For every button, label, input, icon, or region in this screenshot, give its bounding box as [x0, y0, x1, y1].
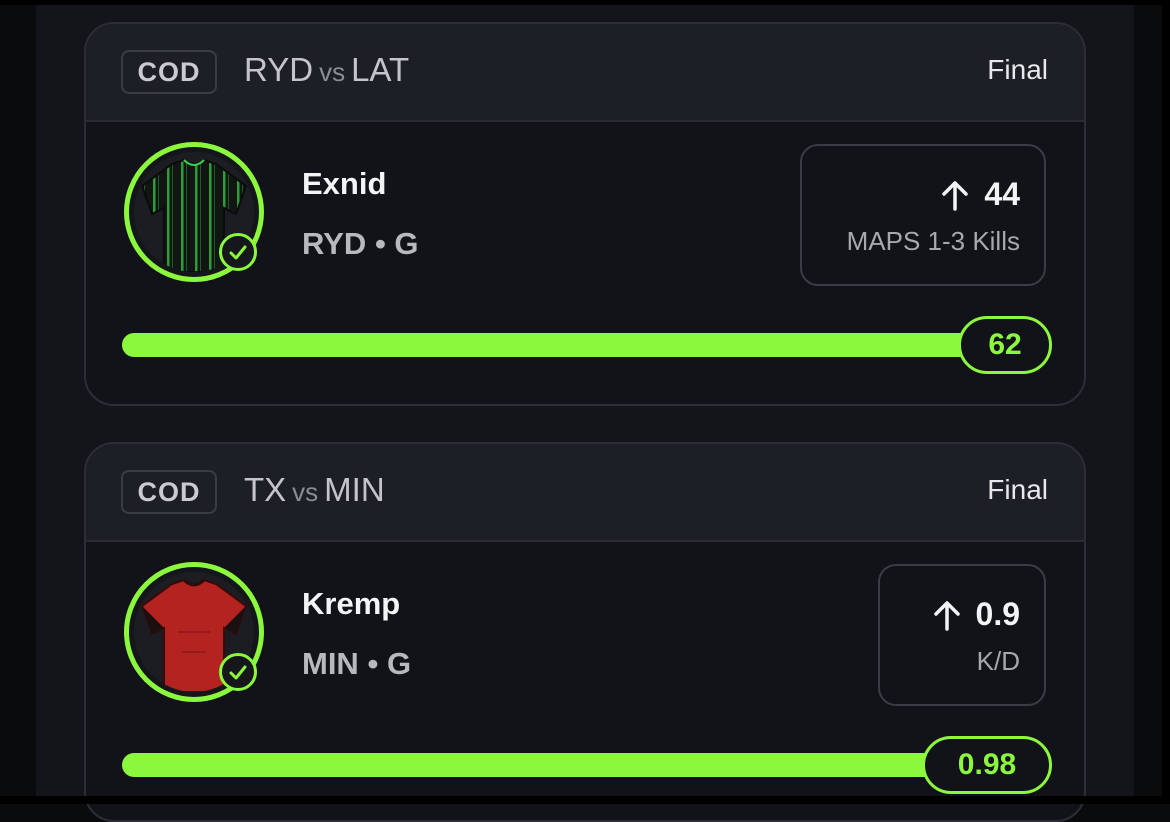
result-value: 62 — [958, 316, 1052, 374]
verified-check-icon — [219, 233, 257, 271]
meta-separator: • — [367, 646, 379, 681]
player-position: G — [386, 646, 412, 681]
player-team-position: RYD • G — [302, 226, 419, 262]
player-name: Kremp — [302, 586, 401, 621]
vs-label: vs — [319, 57, 346, 87]
league-badge: COD — [121, 470, 217, 514]
game-status: Final — [987, 54, 1048, 85]
meta-separator: • — [374, 226, 386, 261]
player-name: Exnid — [302, 166, 387, 201]
up-arrow-icon — [933, 600, 960, 631]
player-team: RYD — [302, 226, 367, 261]
projection-box: 0.9 K/D — [878, 564, 1046, 706]
projection-stat: K/D — [976, 646, 1020, 676]
pick-card[interactable]: COD TX vs MIN Final Kremp MIN • G 0.9 K/D … — [84, 442, 1086, 822]
team-b: LAT — [351, 51, 410, 88]
card-header: COD TX vs MIN Final — [86, 444, 1084, 542]
team-a: TX — [244, 471, 287, 508]
vs-label: vs — [292, 477, 319, 507]
player-team-position: MIN • G — [302, 646, 411, 682]
projection-box: 44 MAPS 1-3 Kills — [800, 144, 1046, 286]
matchup: TX vs MIN — [244, 470, 385, 512]
pick-card[interactable]: COD RYD vs LAT Final Exnid RYD • G 44 MA… — [84, 22, 1086, 406]
up-arrow-icon — [942, 180, 969, 211]
result-value: 0.98 — [922, 736, 1052, 794]
player-team: MIN — [302, 646, 359, 681]
card-header: COD RYD vs LAT Final — [86, 24, 1084, 122]
projection-line: 0.9 — [975, 596, 1020, 632]
left-gutter — [0, 5, 36, 796]
projection-line: 44 — [984, 176, 1020, 212]
player-position: G — [394, 226, 419, 261]
team-a: RYD — [244, 51, 314, 88]
right-gutter — [1134, 5, 1162, 796]
game-status: Final — [987, 474, 1048, 505]
result-progress-bar — [122, 753, 942, 777]
projection-stat: MAPS 1-3 Kills — [846, 226, 1020, 256]
player-avatar — [124, 142, 264, 282]
team-b: MIN — [324, 471, 385, 508]
verified-check-icon — [219, 653, 257, 691]
player-avatar — [124, 562, 264, 702]
league-badge: COD — [121, 50, 217, 94]
result-progress-bar — [122, 333, 982, 357]
matchup: RYD vs LAT — [244, 50, 409, 92]
